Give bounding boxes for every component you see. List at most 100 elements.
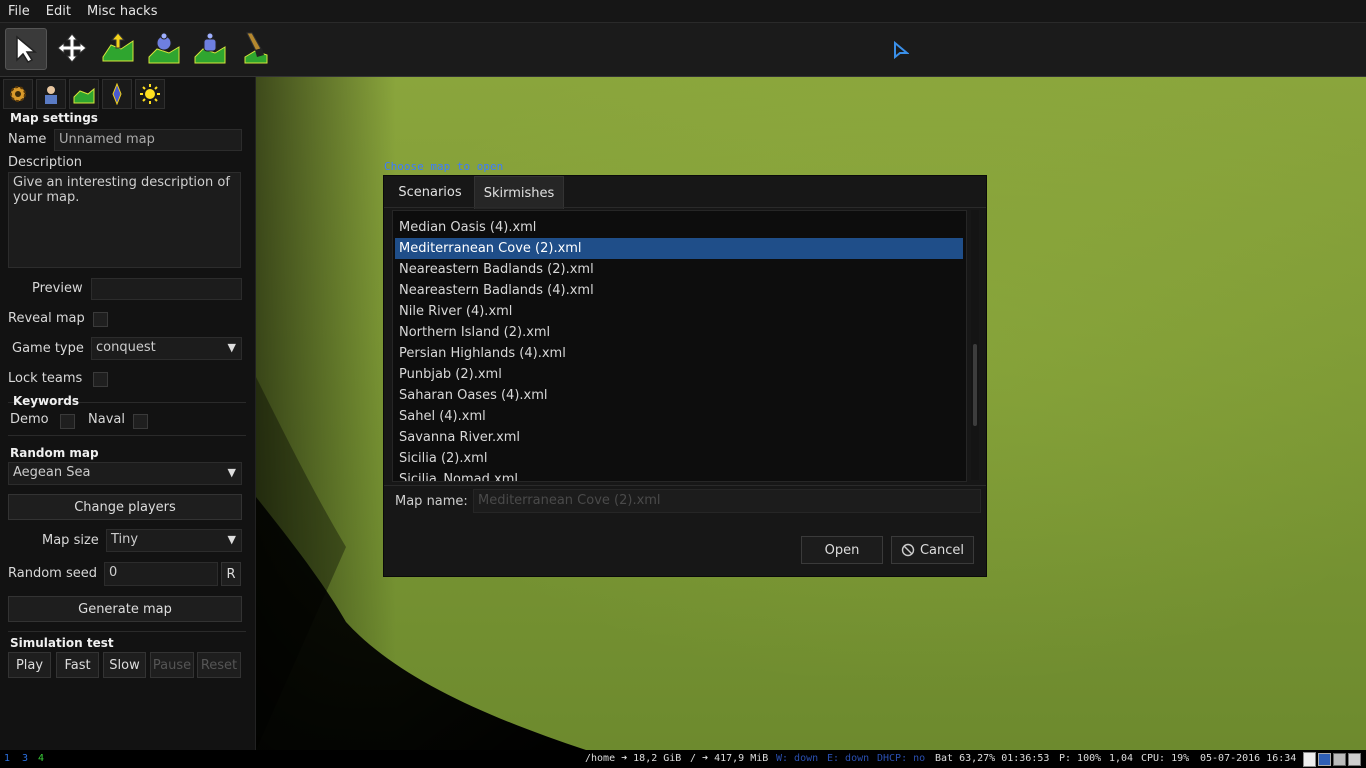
preview-label: Preview bbox=[32, 281, 83, 296]
chevron-down-icon: ▼ bbox=[227, 341, 236, 354]
play-button[interactable]: Play bbox=[8, 652, 51, 678]
file-list-scrollbar[interactable] bbox=[971, 210, 979, 480]
environment-tab-icon bbox=[140, 84, 160, 104]
list-item[interactable]: Savanna River.xml bbox=[395, 427, 963, 448]
generate-map-button[interactable]: Generate map bbox=[8, 596, 242, 622]
list-item[interactable]: Sicilia (2).xml bbox=[395, 448, 963, 469]
ethernet-status: E: down bbox=[827, 753, 870, 764]
player-tab[interactable] bbox=[36, 79, 66, 109]
list-item-selected[interactable]: Mediterranean Cove (2).xml bbox=[395, 238, 963, 259]
wifi-status: W: down bbox=[776, 753, 819, 764]
list-item[interactable]: Punbjab (2).xml bbox=[395, 364, 963, 385]
list-item[interactable]: Neareastern Badlands (2).xml bbox=[395, 259, 963, 280]
file-list[interactable]: Median Oasis (4).xml Mediterranean Cove … bbox=[392, 210, 967, 482]
map-size-value: Tiny bbox=[111, 532, 139, 547]
divider bbox=[384, 485, 986, 486]
object-tab-icon bbox=[112, 83, 122, 105]
object-tab[interactable] bbox=[102, 79, 132, 109]
divider bbox=[8, 631, 246, 632]
power-status: P: 100% bbox=[1059, 753, 1102, 764]
menu-file[interactable]: File bbox=[0, 4, 38, 19]
tab-skirmishes[interactable]: Skirmishes bbox=[474, 176, 564, 209]
tray-document-icon[interactable] bbox=[1303, 752, 1316, 767]
tray-app-icon[interactable] bbox=[1348, 753, 1361, 766]
game-type-select[interactable]: conquest ▼ bbox=[91, 337, 242, 360]
tray-network-icon[interactable] bbox=[1318, 753, 1331, 766]
reset-button[interactable]: Reset bbox=[197, 652, 241, 678]
tray-volume-icon[interactable] bbox=[1333, 753, 1346, 766]
workspace-1[interactable]: 1 bbox=[4, 753, 10, 764]
cpu-status: CPU: 19% bbox=[1141, 753, 1190, 764]
list-item[interactable]: Median Oasis (4).xml bbox=[395, 217, 963, 238]
naval-checkbox[interactable] bbox=[133, 414, 148, 429]
list-item[interactable]: Sicilia_Nomad.xml bbox=[395, 469, 963, 481]
map-name-input[interactable]: Unnamed map bbox=[54, 129, 242, 151]
select-tool-button[interactable] bbox=[5, 28, 47, 70]
chevron-down-icon: ▼ bbox=[227, 533, 236, 546]
tab-divider bbox=[384, 207, 986, 208]
keywords-heading: Keywords bbox=[13, 394, 80, 408]
datetime: 05-07-2016 16:34 bbox=[1200, 753, 1297, 764]
map-size-label: Map size bbox=[42, 533, 99, 548]
random-map-script-select[interactable]: Aegean Sea ▼ bbox=[8, 462, 242, 485]
reveal-map-checkbox[interactable] bbox=[93, 312, 108, 327]
random-seed-input[interactable]: 0 bbox=[104, 562, 218, 586]
place-object-tool-button[interactable] bbox=[190, 28, 230, 68]
random-map-script-value: Aegean Sea bbox=[13, 465, 91, 480]
paint-terrain-tool-button[interactable] bbox=[144, 28, 184, 68]
move-tool-icon bbox=[57, 33, 87, 63]
workspace-4[interactable]: 4 bbox=[38, 753, 44, 764]
select-tool-icon bbox=[16, 35, 38, 63]
scrollbar-thumb[interactable] bbox=[973, 344, 977, 426]
list-item[interactable]: Persian Highlands (4).xml bbox=[395, 343, 963, 364]
demo-checkbox[interactable] bbox=[60, 414, 75, 429]
cancel-icon bbox=[901, 543, 915, 557]
workspace-3[interactable]: 3 bbox=[22, 753, 28, 764]
environment-tab[interactable] bbox=[135, 79, 165, 109]
divider bbox=[8, 435, 246, 436]
terrain-tab[interactable] bbox=[69, 79, 99, 109]
load-status: 1,04 bbox=[1109, 753, 1134, 764]
paint-brush-tool-button[interactable] bbox=[236, 28, 276, 68]
toolbar bbox=[0, 23, 1366, 77]
random-seed-label: Random seed bbox=[8, 566, 97, 581]
preview-field[interactable] bbox=[91, 278, 242, 300]
battery-status: Bat 63,27% 01:36:53 bbox=[935, 753, 1050, 764]
paint-terrain-tool-icon bbox=[148, 32, 180, 64]
slow-button[interactable]: Slow bbox=[103, 652, 146, 678]
map-size-select[interactable]: Tiny ▼ bbox=[106, 529, 242, 552]
list-item[interactable]: Nile River (4).xml bbox=[395, 301, 963, 322]
chevron-down-icon: ▼ bbox=[227, 466, 236, 479]
list-item[interactable]: Northern Island (2).xml bbox=[395, 322, 963, 343]
open-button[interactable]: Open bbox=[801, 536, 883, 564]
menu-misc-hacks[interactable]: Misc hacks bbox=[79, 4, 166, 19]
move-tool-button[interactable] bbox=[52, 28, 92, 68]
cancel-button[interactable]: Cancel bbox=[891, 536, 974, 564]
game-type-value: conquest bbox=[96, 340, 156, 355]
description-textarea[interactable]: Give an interesting description of your … bbox=[8, 172, 241, 268]
lock-teams-checkbox[interactable] bbox=[93, 372, 108, 387]
menu-edit[interactable]: Edit bbox=[38, 4, 79, 19]
map-settings-heading: Map settings bbox=[10, 111, 98, 125]
simulation-test-heading: Simulation test bbox=[10, 636, 114, 650]
list-item[interactable]: Saharan Oases (4).xml bbox=[395, 385, 963, 406]
map-name-label: Map name: bbox=[395, 494, 468, 509]
disk-root: / ➜ 417,9 MiB bbox=[690, 753, 769, 764]
mouse-cursor-icon bbox=[893, 40, 910, 65]
settings-tab[interactable] bbox=[3, 79, 33, 109]
reroll-seed-button[interactable]: R bbox=[221, 562, 241, 586]
paint-brush-tool-icon bbox=[244, 32, 268, 64]
map-name-input[interactable]: Mediterranean Cove (2).xml bbox=[473, 489, 981, 513]
status-bar: 1 3 4 /home ➜ 18,2 GiB / ➜ 417,9 MiB W: … bbox=[0, 750, 1366, 768]
pause-button[interactable]: Pause bbox=[150, 652, 194, 678]
tab-scenarios[interactable]: Scenarios bbox=[390, 176, 470, 208]
name-label: Name bbox=[8, 132, 47, 147]
list-item[interactable]: Neareastern Badlands (4).xml bbox=[395, 280, 963, 301]
list-item[interactable]: Sahel (4).xml bbox=[395, 406, 963, 427]
elevation-tool-button[interactable] bbox=[98, 28, 138, 68]
game-type-label: Game type bbox=[12, 341, 84, 356]
dialog-caption: Choose map to open bbox=[384, 160, 504, 173]
change-players-button[interactable]: Change players bbox=[8, 494, 242, 520]
place-object-tool-icon bbox=[194, 32, 226, 64]
fast-button[interactable]: Fast bbox=[56, 652, 99, 678]
